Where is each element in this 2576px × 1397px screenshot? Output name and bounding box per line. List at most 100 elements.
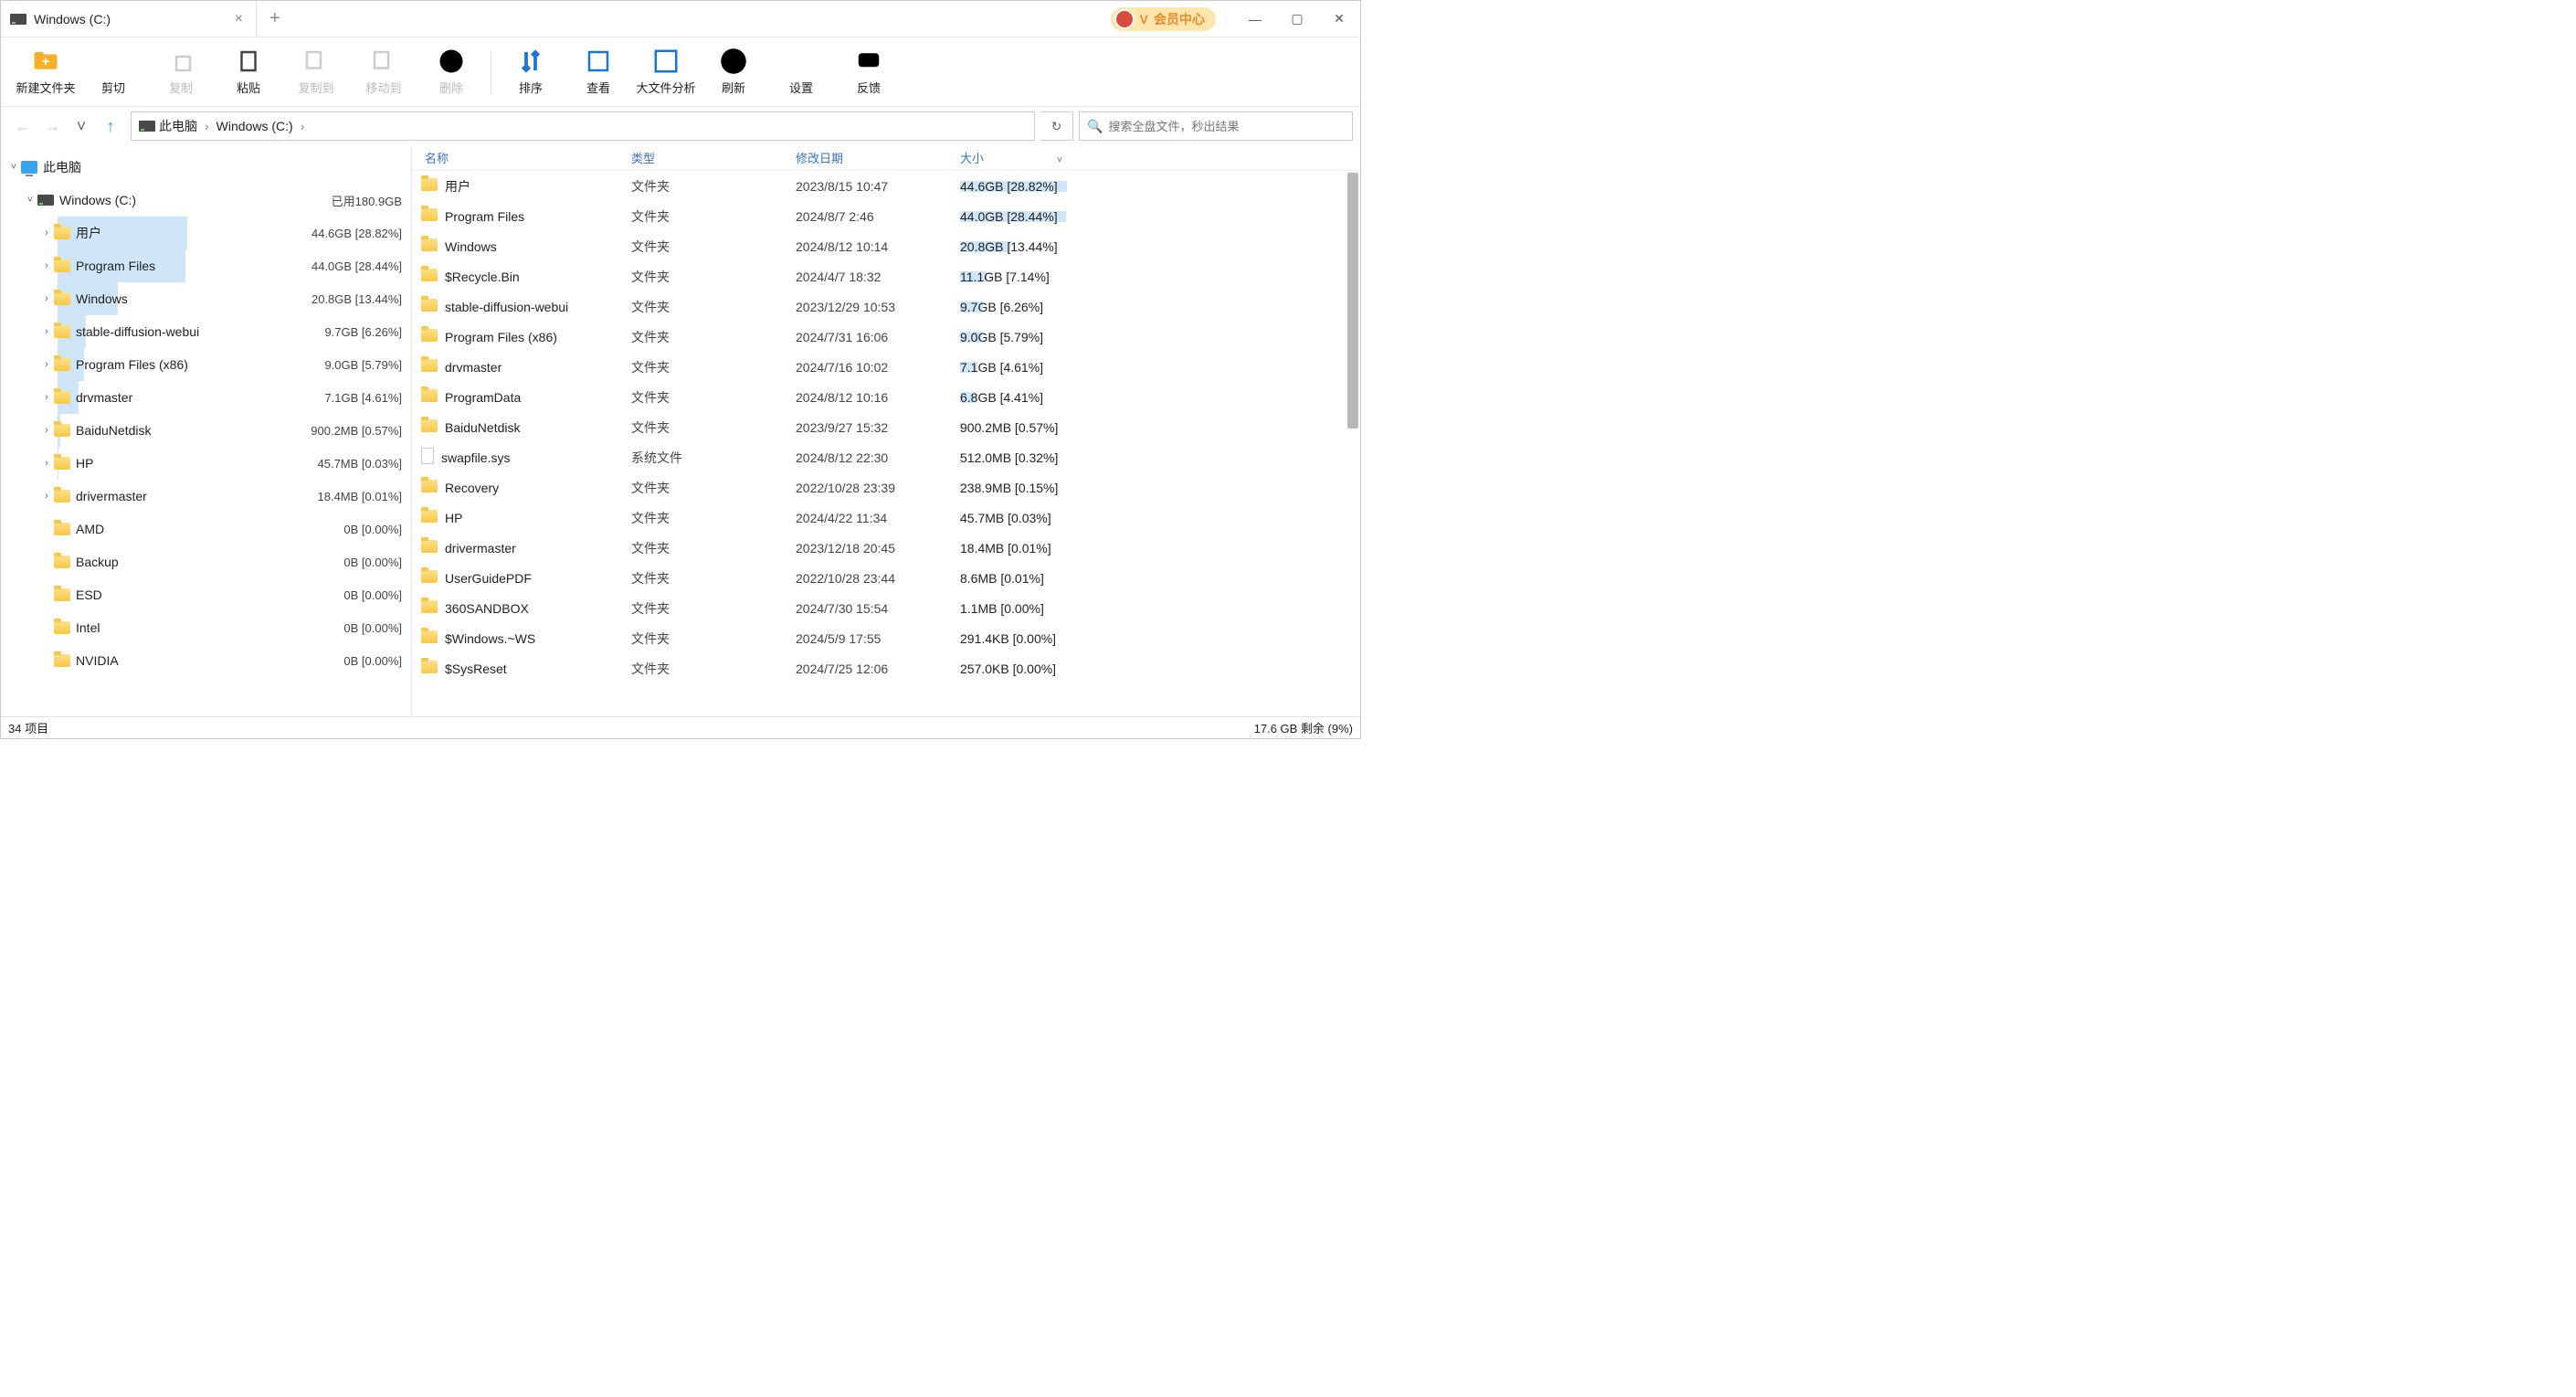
tree-item[interactable]: ›stable-diffusion-webui9.7GB [6.26%] [1,315,411,348]
file-date: 2024/7/16 10:02 [796,360,960,375]
file-row[interactable]: Program Files (x86)文件夹2024/7/31 16:069.0… [412,322,1360,352]
expand-icon[interactable]: › [39,458,54,469]
close-tab-icon[interactable]: × [235,11,243,27]
scissors-icon [100,48,127,75]
file-size: 11.1GB [7.14%] [960,270,1298,284]
file-row[interactable]: BaiduNetdisk文件夹2023/9/27 15:32900.2MB [0… [412,412,1360,442]
tree-size: 18.4MB [0.01%] [318,490,403,503]
breadcrumb[interactable]: 此电脑 › Windows (C:) › [131,111,1035,141]
file-row[interactable]: HP文件夹2024/4/22 11:3445.7MB [0.03%] [412,503,1360,533]
sidebar-tree[interactable]: ˅此电脑˅Windows (C:)已用180.9GB›用户44.6GB [28.… [1,145,412,716]
history-dropdown[interactable]: ˅ [70,115,92,137]
file-row[interactable]: Program Files文件夹2024/8/7 2:4644.0GB [28.… [412,201,1360,231]
file-row[interactable]: $SysReset文件夹2024/7/25 12:06257.0KB [0.00… [412,653,1360,683]
tree-item[interactable]: ›Windows20.8GB [13.44%] [1,282,411,315]
column-type[interactable]: 类型 [631,149,796,166]
column-size[interactable]: 大小˅ [960,149,1298,166]
refresh-button[interactable]: 刷新 [700,40,767,104]
file-row[interactable]: Recovery文件夹2022/10/28 23:39238.9MB [0.15… [412,472,1360,503]
tree-item[interactable]: Intel0B [0.00%] [1,611,411,644]
tree-item[interactable]: ˅Windows (C:)已用180.9GB [1,184,411,217]
tree-label: Backup [76,555,343,569]
forward-button[interactable]: → [41,115,63,137]
sort-button[interactable]: 排序 [497,40,565,104]
cut-button[interactable]: 剪切 [79,40,147,104]
expand-icon[interactable]: › [39,491,54,502]
delete-button[interactable]: 删除 [417,40,485,104]
breadcrumb-root[interactable]: 此电脑 [159,117,197,135]
expand-icon[interactable]: › [39,228,54,238]
expand-icon[interactable]: › [39,260,54,271]
tree-item[interactable]: ›drvmaster7.1GB [4.61%] [1,381,411,414]
file-row[interactable]: stable-diffusion-webui文件夹2023/12/29 10:5… [412,291,1360,322]
settings-button[interactable]: 设置 [767,40,835,104]
avatar-icon [1114,9,1135,29]
tree-item[interactable]: ›Program Files (x86)9.0GB [5.79%] [1,348,411,381]
scrollbar-thumb[interactable] [1347,173,1358,429]
tree-item[interactable]: NVIDIA0B [0.00%] [1,644,411,677]
file-size: 18.4MB [0.01%] [960,541,1298,556]
feedback-button[interactable]: 反馈 [835,40,903,104]
tree-item[interactable]: ›BaiduNetdisk900.2MB [0.57%] [1,414,411,447]
new-folder-button[interactable]: +新建文件夹 [12,40,79,104]
expand-icon[interactable]: › [39,326,54,337]
tree-label: ESD [76,587,343,602]
column-date[interactable]: 修改日期 [796,149,960,166]
expand-icon[interactable]: › [39,425,54,436]
file-size: 8.6MB [0.01%] [960,571,1298,586]
file-type: 文件夹 [631,599,796,618]
view-button[interactable]: 查看 [565,40,632,104]
tree-item[interactable]: ›HP45.7MB [0.03%] [1,447,411,480]
file-type: 文件夹 [631,358,796,376]
file-row[interactable]: Windows文件夹2024/8/12 10:1420.8GB [13.44%] [412,231,1360,261]
file-row[interactable]: $Windows.~WS文件夹2024/5/9 17:55291.4KB [0.… [412,623,1360,653]
file-size: 44.0GB [28.44%] [960,209,1298,224]
expand-icon[interactable]: › [39,293,54,304]
maximize-button[interactable]: ▢ [1276,1,1318,37]
file-row[interactable]: UserGuidePDF文件夹2022/10/28 23:448.6MB [0.… [412,563,1360,593]
file-row[interactable]: drvmaster文件夹2024/7/16 10:027.1GB [4.61%] [412,352,1360,382]
file-row[interactable]: drivermaster文件夹2023/12/18 20:4518.4MB [0… [412,533,1360,563]
search-box[interactable]: 🔍 [1079,111,1353,141]
breadcrumb-item[interactable]: Windows (C:) [216,119,293,133]
minimize-button[interactable]: — [1234,1,1276,37]
expand-icon[interactable]: › [39,392,54,403]
tree-item[interactable]: AMD0B [0.00%] [1,513,411,545]
refresh-address-button[interactable]: ↻ [1040,111,1073,141]
column-name[interactable]: 名称 [421,149,631,166]
move-to-button[interactable]: 移动到 [350,40,417,104]
up-button[interactable]: ↑ [100,115,121,137]
tree-item[interactable]: ESD0B [0.00%] [1,578,411,611]
vip-badge[interactable]: V 会员中心 [1111,7,1216,31]
file-name: $SysReset [445,661,507,676]
window-tab[interactable]: Windows (C:) × [1,1,257,37]
copy-button[interactable]: 复制 [147,40,215,104]
tool-label: 刷新 [722,79,745,96]
file-row[interactable]: 用户文件夹2023/8/15 10:4744.6GB [28.82%] [412,171,1360,201]
paste-button[interactable]: 粘贴 [215,40,282,104]
tree-item[interactable]: ›用户44.6GB [28.82%] [1,217,411,249]
search-input[interactable] [1108,120,1345,133]
expand-icon[interactable]: ˅ [6,162,21,173]
back-button[interactable]: ← [12,115,34,137]
file-row[interactable]: swapfile.sys系统文件2024/8/12 22:30512.0MB [… [412,442,1360,472]
tool-label: 剪切 [101,79,125,96]
tree-item[interactable]: ›drivermaster18.4MB [0.01%] [1,480,411,513]
expand-icon[interactable]: ˅ [23,195,37,206]
tree-item[interactable]: ˅此电脑 [1,151,411,184]
file-row[interactable]: $Recycle.Bin文件夹2024/4/7 18:3211.1GB [7.1… [412,261,1360,291]
file-row[interactable]: 360SANDBOX文件夹2024/7/30 15:541.1MB [0.00%… [412,593,1360,623]
file-type: 文件夹 [631,268,796,286]
expand-icon[interactable]: › [39,359,54,370]
tree-size: 20.8GB [13.44%] [311,292,402,306]
new-tab-button[interactable]: + [257,8,293,29]
copy-to-button[interactable]: 复制到 [282,40,350,104]
file-type: 文件夹 [631,298,796,316]
tree-item[interactable]: ›Program Files44.0GB [28.44%] [1,249,411,282]
file-size: 257.0KB [0.00%] [960,661,1298,676]
big-file-button[interactable]: 大文件分析 [632,40,700,104]
close-button[interactable]: ✕ [1318,1,1360,37]
tree-item[interactable]: Backup0B [0.00%] [1,545,411,578]
scrollbar[interactable] [1347,173,1358,713]
file-row[interactable]: ProgramData文件夹2024/8/12 10:166.8GB [4.41… [412,382,1360,412]
